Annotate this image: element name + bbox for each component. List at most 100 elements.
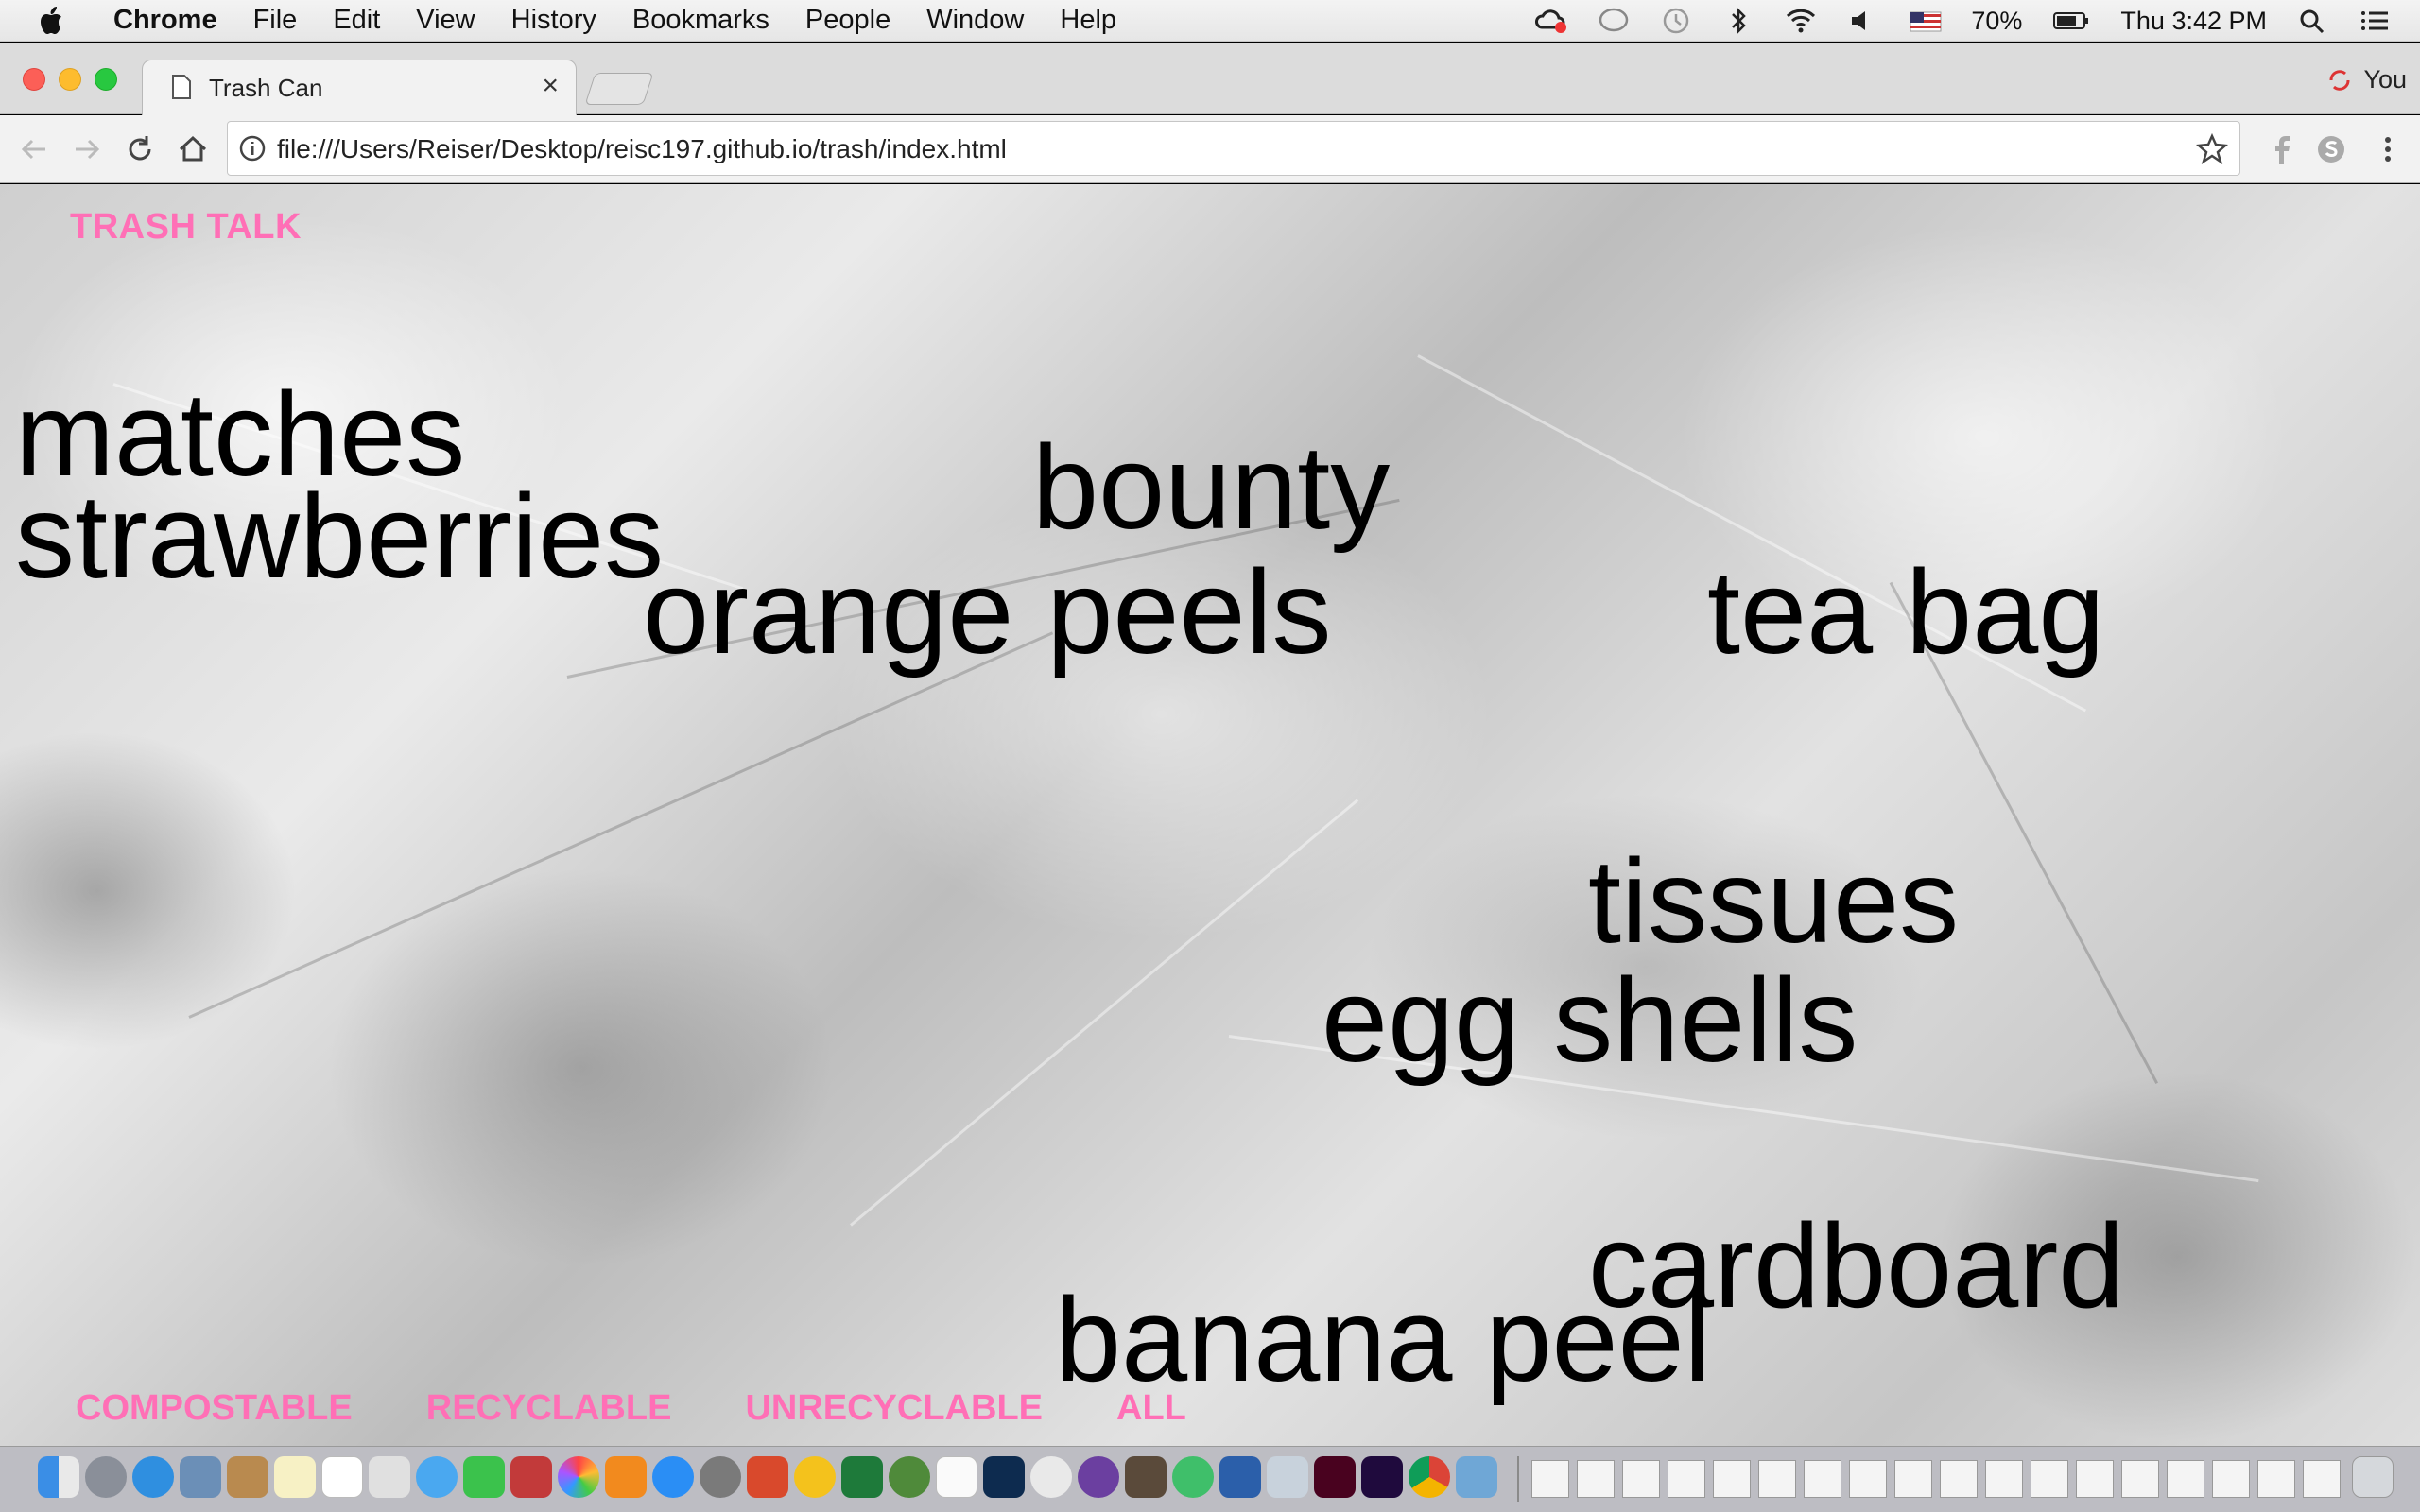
reload-icon[interactable] <box>121 130 159 168</box>
powerpoint-icon[interactable] <box>747 1456 788 1498</box>
minimized-window[interactable] <box>1577 1460 1615 1498</box>
menu-history[interactable]: History <box>511 5 596 36</box>
bookmark-star-icon[interactable] <box>2196 133 2228 165</box>
new-tab-button[interactable] <box>584 73 654 105</box>
trash-word-strawberries[interactable]: strawberries <box>15 477 664 596</box>
indesign-icon[interactable] <box>1314 1456 1356 1498</box>
launchpad-icon[interactable] <box>85 1456 127 1498</box>
profile-button[interactable]: You <box>2325 65 2407 94</box>
spotlight-search-icon[interactable] <box>2295 7 2329 35</box>
apple-icon[interactable] <box>38 5 66 37</box>
minimized-window[interactable] <box>2121 1460 2159 1498</box>
finder-icon[interactable] <box>38 1456 79 1498</box>
wifi-icon[interactable] <box>1784 7 1818 35</box>
photos-icon[interactable] <box>558 1456 599 1498</box>
window-close-button[interactable] <box>23 68 45 91</box>
atom-icon[interactable] <box>1172 1456 1214 1498</box>
facetime-icon[interactable] <box>463 1456 505 1498</box>
window-maximize-button[interactable] <box>95 68 117 91</box>
minimized-window[interactable] <box>2031 1460 2068 1498</box>
home-icon[interactable] <box>174 130 212 168</box>
after-effects-icon[interactable] <box>1361 1456 1403 1498</box>
minimized-window[interactable] <box>2212 1460 2250 1498</box>
chrome-menu-icon[interactable] <box>2371 132 2405 166</box>
volume-icon[interactable] <box>1846 7 1880 35</box>
trash-icon[interactable] <box>2352 1456 2394 1498</box>
word-icon[interactable] <box>1219 1456 1261 1498</box>
tab-trash-can[interactable]: Trash Can × <box>142 60 577 116</box>
site-title[interactable]: TRASH TALK <box>70 207 302 248</box>
network-app-icon[interactable] <box>889 1456 930 1498</box>
photoshop-icon[interactable] <box>983 1456 1025 1498</box>
trash-word-orange-peels[interactable]: orange peels <box>643 553 1332 672</box>
reminders-icon[interactable] <box>369 1456 410 1498</box>
photo-booth-icon[interactable] <box>510 1456 552 1498</box>
trash-word-tea-bag[interactable]: tea bag <box>1707 553 2104 672</box>
filter-compostable[interactable]: COMPOSTABLE <box>76 1388 353 1429</box>
minimized-window[interactable] <box>2303 1460 2341 1498</box>
system-preferences-icon[interactable] <box>700 1456 741 1498</box>
filter-unrecyclable[interactable]: UNRECYCLABLE <box>745 1388 1043 1429</box>
tab-close-button[interactable]: × <box>542 70 559 102</box>
textedit-icon[interactable] <box>936 1456 977 1498</box>
trash-word-banana-peel[interactable]: banana peel <box>1055 1280 1711 1400</box>
minimized-window[interactable] <box>1531 1460 1569 1498</box>
url-text[interactable]: file:///Users/Reiser/Desktop/reisc197.gi… <box>277 134 1007 164</box>
messages-icon[interactable] <box>1597 7 1631 35</box>
time-machine-icon[interactable] <box>1659 7 1693 35</box>
info-icon[interactable] <box>237 133 268 163</box>
minimized-window[interactable] <box>1668 1460 1705 1498</box>
minimized-window[interactable] <box>2257 1460 2295 1498</box>
safari-icon[interactable] <box>132 1456 174 1498</box>
battery-icon[interactable] <box>2050 7 2092 35</box>
sublime-text-icon[interactable] <box>1125 1456 1167 1498</box>
contacts-icon[interactable] <box>227 1456 268 1498</box>
github-desktop-icon[interactable] <box>1078 1456 1119 1498</box>
menu-bookmarks[interactable]: Bookmarks <box>632 5 769 36</box>
filter-all[interactable]: ALL <box>1116 1388 1186 1429</box>
keynote-icon[interactable] <box>1456 1456 1497 1498</box>
filter-recyclable[interactable]: RECYCLABLE <box>426 1388 672 1429</box>
notification-center-icon[interactable] <box>2358 7 2392 35</box>
bluetooth-icon[interactable] <box>1721 7 1755 35</box>
skype-extension-icon[interactable] <box>2314 132 2348 166</box>
battery-percent[interactable]: 70% <box>1971 7 2022 36</box>
window-minimize-button[interactable] <box>59 68 81 91</box>
itunes-icon[interactable] <box>1030 1456 1072 1498</box>
chrome-icon[interactable] <box>1409 1456 1450 1498</box>
minimized-window[interactable] <box>1849 1460 1887 1498</box>
norton-icon[interactable] <box>794 1456 836 1498</box>
app-store-icon[interactable] <box>652 1456 694 1498</box>
address-bar[interactable]: file:///Users/Reiser/Desktop/reisc197.gi… <box>227 121 2240 176</box>
menu-file[interactable]: File <box>253 5 298 36</box>
minimized-window[interactable] <box>2076 1460 2114 1498</box>
clock[interactable]: Thu 3:42 PM <box>2120 7 2267 36</box>
menu-window[interactable]: Window <box>926 5 1024 36</box>
minimized-window[interactable] <box>1894 1460 1932 1498</box>
facebook-extension-icon[interactable] <box>2265 132 2299 166</box>
forward-arrow-icon[interactable] <box>68 130 106 168</box>
messages-icon[interactable] <box>416 1456 458 1498</box>
trash-word-bounty[interactable]: bounty <box>1032 428 1390 547</box>
minimized-window[interactable] <box>2167 1460 2204 1498</box>
minimized-window[interactable] <box>1940 1460 1978 1498</box>
minimized-window[interactable] <box>1804 1460 1841 1498</box>
menu-help[interactable]: Help <box>1060 5 1116 36</box>
minimized-window[interactable] <box>1713 1460 1751 1498</box>
image-capture-icon[interactable] <box>1267 1456 1308 1498</box>
creative-cloud-icon[interactable] <box>1534 7 1568 35</box>
calendar-icon[interactable] <box>321 1456 363 1498</box>
minimized-window[interactable] <box>1622 1460 1660 1498</box>
menu-edit[interactable]: Edit <box>333 5 380 36</box>
trash-word-egg-shells[interactable]: egg shells <box>1322 961 1858 1080</box>
menu-app-chrome[interactable]: Chrome <box>113 5 217 36</box>
menu-people[interactable]: People <box>805 5 890 36</box>
notes-icon[interactable] <box>274 1456 316 1498</box>
preview-icon[interactable] <box>180 1456 221 1498</box>
flag-us-icon[interactable] <box>1909 7 1943 35</box>
trash-word-tissues[interactable]: tissues <box>1588 842 1959 961</box>
minimized-window[interactable] <box>1985 1460 2023 1498</box>
minimized-window[interactable] <box>1758 1460 1796 1498</box>
ibooks-icon[interactable] <box>605 1456 647 1498</box>
excel-icon[interactable] <box>841 1456 883 1498</box>
